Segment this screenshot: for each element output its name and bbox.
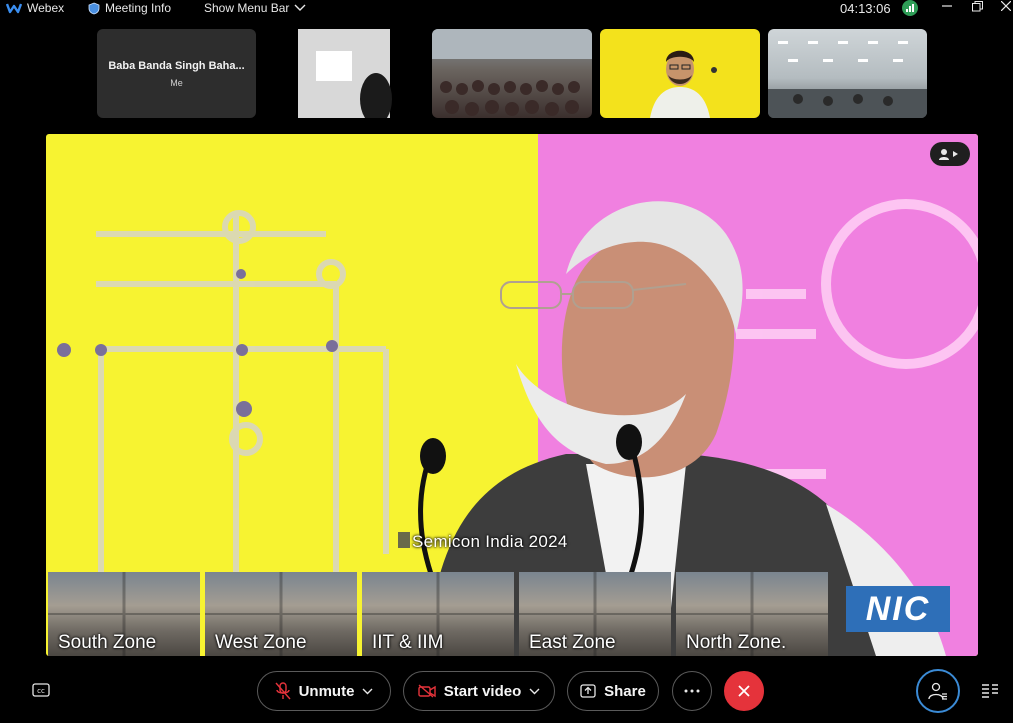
more-options-button[interactable] <box>672 671 712 711</box>
zone-label: South Zone <box>58 632 157 653</box>
close-icon <box>738 685 750 697</box>
closed-captions-button[interactable]: cc <box>32 683 50 702</box>
participant-tile-video-2[interactable] <box>264 29 424 118</box>
panel-options-button[interactable] <box>981 683 999 704</box>
unmute-label: Unmute <box>298 682 355 700</box>
webex-logo-icon <box>6 2 22 14</box>
meeting-timer: 04:13:06 <box>840 1 891 16</box>
zone-feed: North Zone. <box>676 572 828 656</box>
people-view-icon <box>939 149 958 160</box>
zone-label: North Zone. <box>686 632 787 653</box>
zone-feed: IIT & IIM <box>362 572 514 656</box>
zone-feed: South Zone <box>48 572 200 656</box>
app-brand: Webex <box>6 1 64 15</box>
minimize-icon[interactable] <box>942 1 952 11</box>
closed-captions-icon: cc <box>32 683 50 697</box>
microphone-muted-icon <box>275 682 291 700</box>
start-video-label: Start video <box>443 682 522 700</box>
zone-label: IIT & IIM <box>372 632 444 653</box>
meeting-info-label: Meeting Info <box>105 1 172 15</box>
unmute-button[interactable]: Unmute <box>257 671 391 711</box>
participant-video-feed <box>298 29 392 118</box>
chevron-down-icon <box>294 4 306 12</box>
participant-video-feed <box>432 29 592 116</box>
share-screen-icon <box>580 684 596 698</box>
chevron-down-icon[interactable] <box>529 688 540 695</box>
start-video-button[interactable]: Start video <box>403 671 555 711</box>
participant-tile-video-4[interactable] <box>600 29 760 118</box>
participant-tile-video-5[interactable] <box>768 29 927 118</box>
zone-label: East Zone <box>529 632 616 653</box>
nic-logo: NIC <box>846 586 950 632</box>
title-bar: Webex Meeting Info Show Menu Bar 04:13:0… <box>0 0 1013 18</box>
show-menu-bar-button[interactable]: Show Menu Bar <box>204 1 306 15</box>
app-name: Webex <box>27 1 65 15</box>
participant-name: Baba Banda Singh Baha... <box>108 59 245 72</box>
event-caption: Semicon India 2024 <box>412 532 568 551</box>
restore-icon[interactable] <box>972 1 983 12</box>
show-menu-bar-label: Show Menu Bar <box>204 1 290 15</box>
participant-video-feed <box>650 50 717 118</box>
participant-self-tag: Me <box>170 77 183 88</box>
zone-feeds-strip: South Zone West Zone IIT & IIM East Zone… <box>48 572 828 656</box>
shield-icon <box>88 2 100 15</box>
share-label: Share <box>604 682 646 700</box>
close-icon[interactable] <box>1001 1 1011 11</box>
leave-meeting-button[interactable] <box>724 671 764 711</box>
share-button[interactable]: Share <box>567 671 659 711</box>
participants-button[interactable] <box>916 669 960 713</box>
participants-icon <box>928 682 947 700</box>
participant-video-feed <box>768 41 927 118</box>
more-dots-icon <box>684 689 700 693</box>
panel-list-icon <box>982 684 998 698</box>
zone-feed: East Zone <box>519 572 671 656</box>
meeting-info-button[interactable]: Meeting Info <box>88 1 171 15</box>
zone-label: West Zone <box>215 632 307 653</box>
participant-tile-me[interactable]: Baba Banda Singh Baha... Me <box>97 29 256 118</box>
view-layout-button[interactable] <box>930 142 970 166</box>
svg-text:cc: cc <box>37 687 45 695</box>
active-speaker-stage[interactable]: Semicon India 2024 South Zone West Zone … <box>46 134 978 656</box>
network-signal-icon[interactable] <box>902 0 918 16</box>
chevron-down-icon[interactable] <box>362 688 373 695</box>
zone-feed: West Zone <box>205 572 357 656</box>
participant-tile-video-3[interactable] <box>432 29 592 118</box>
video-off-icon <box>418 684 436 698</box>
